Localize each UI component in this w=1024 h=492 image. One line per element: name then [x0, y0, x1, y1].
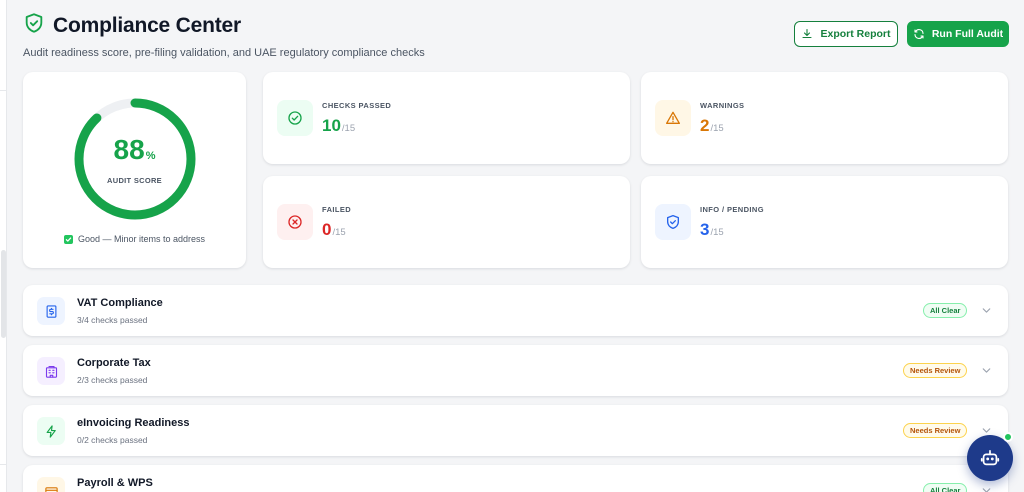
failed-count: 0 — [322, 220, 332, 239]
online-status-dot — [1003, 432, 1013, 442]
sidebar-edge — [0, 0, 7, 492]
chevron-down-icon[interactable] — [980, 484, 993, 492]
info-pending-card: INFO / PENDING 3/15 — [641, 176, 1008, 268]
failed-label: FAILED — [322, 205, 352, 214]
warnings-value: 2/15 — [700, 116, 724, 136]
checks-passed-value: 10/15 — [322, 116, 355, 136]
warnings-total: /15 — [710, 123, 724, 134]
score-unit: % — [145, 150, 156, 162]
status-badge: Needs Review — [903, 363, 968, 378]
info-pending-total: /15 — [710, 227, 724, 238]
shield-check-icon — [655, 204, 691, 240]
page-title: Compliance Center — [53, 13, 241, 37]
section-vat-compliance[interactable]: VAT Compliance 3/4 checks passed All Cle… — [23, 285, 1008, 336]
audit-status-text: Good — Minor items to address — [77, 234, 206, 244]
checkbox-icon — [63, 234, 73, 244]
audit-score-label: AUDIT SCORE — [107, 176, 162, 185]
sidebar-divider — [0, 90, 7, 91]
building-icon — [37, 357, 65, 385]
warning-triangle-icon — [655, 100, 691, 136]
section-title: Corporate Tax — [77, 357, 151, 369]
warnings-count: 2 — [700, 116, 710, 135]
status-badge: Needs Review — [903, 423, 968, 438]
run-full-audit-label: Run Full Audit — [931, 28, 1004, 40]
robot-icon — [980, 449, 1000, 466]
section-title: eInvoicing Readiness — [77, 417, 190, 429]
audit-score-status: Good — Minor items to address — [23, 234, 246, 244]
section-subtitle: 3/4 checks passed — [77, 315, 148, 325]
export-report-button[interactable]: Export Report — [794, 21, 898, 47]
lightning-icon — [37, 417, 65, 445]
info-pending-value: 3/15 — [700, 220, 724, 240]
page-header: Compliance Center Audit readiness score,… — [23, 12, 1013, 60]
warnings-card: WARNINGS 2/15 — [641, 72, 1008, 164]
section-subtitle: 2/3 checks passed — [77, 375, 148, 385]
audit-score-value: 88% — [23, 134, 246, 166]
check-circle-icon — [277, 100, 313, 136]
warnings-label: WARNINGS — [700, 101, 745, 110]
checks-passed-label: CHECKS PASSED — [322, 101, 392, 110]
chevron-down-icon[interactable] — [980, 304, 993, 317]
x-circle-icon — [277, 204, 313, 240]
info-pending-count: 3 — [700, 220, 710, 239]
chevron-down-icon[interactable] — [980, 364, 993, 377]
failed-value: 0/15 — [322, 220, 346, 240]
checks-passed-total: /15 — [341, 123, 356, 134]
sidebar-divider — [0, 464, 7, 465]
dollar-receipt-icon — [37, 297, 65, 325]
section-corporate-tax[interactable]: Corporate Tax 2/3 checks passed Needs Re… — [23, 345, 1008, 396]
payroll-icon — [37, 477, 65, 492]
export-report-label: Export Report — [820, 28, 891, 40]
status-badge: All Clear — [923, 483, 968, 492]
download-icon — [802, 28, 813, 39]
audit-score-card: 88% AUDIT SCORE Good — Minor items to ad… — [23, 72, 246, 268]
info-pending-label: INFO / PENDING — [700, 205, 764, 214]
score-number: 88 — [113, 134, 145, 165]
checks-passed-card: CHECKS PASSED 10/15 — [263, 72, 630, 164]
section-payroll-wps[interactable]: Payroll & WPS All Clear — [23, 465, 1008, 492]
status-badge: All Clear — [923, 303, 968, 318]
section-einvoicing-readiness[interactable]: eInvoicing Readiness 0/2 checks passed N… — [23, 405, 1008, 456]
failed-total: /15 — [332, 227, 346, 238]
shield-check-icon — [23, 12, 45, 39]
section-title: Payroll & WPS — [77, 477, 153, 489]
section-subtitle: 0/2 checks passed — [77, 435, 148, 445]
refresh-icon — [914, 29, 924, 39]
section-title: VAT Compliance — [77, 297, 163, 309]
run-full-audit-button[interactable]: Run Full Audit — [907, 21, 1009, 47]
checks-passed-count: 10 — [322, 116, 341, 135]
sidebar-scrollbar[interactable] — [1, 250, 6, 338]
page-subtitle: Audit readiness score, pre-filing valida… — [23, 47, 425, 59]
failed-card: FAILED 0/15 — [263, 176, 630, 268]
